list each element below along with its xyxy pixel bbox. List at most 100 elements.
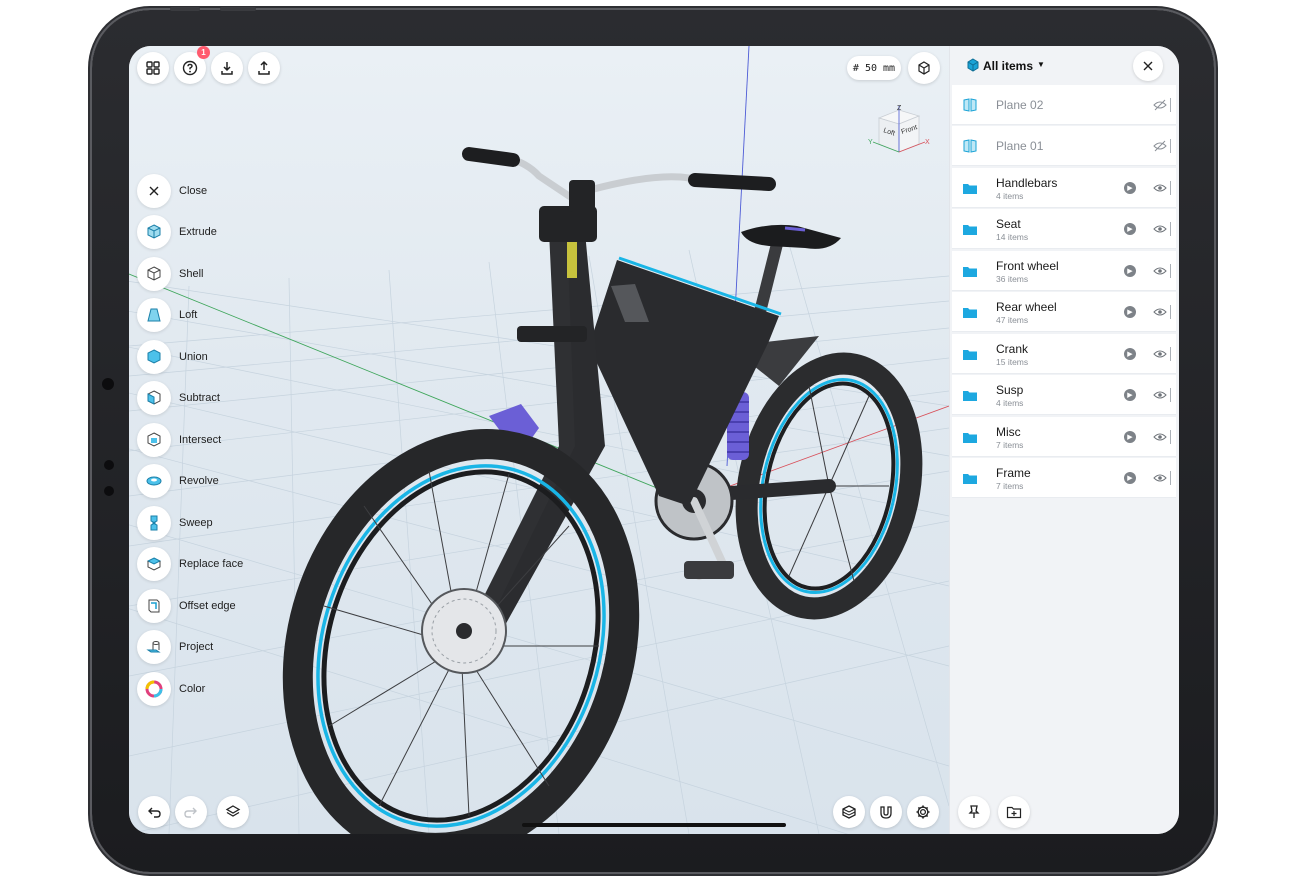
3d-viewport[interactable]: 1 # 50 mm Z Loft Front Y X Close Extrude…	[129, 46, 949, 834]
list-item[interactable]: Crank 15 items ▶	[952, 334, 1176, 374]
snap-magnet-icon	[880, 806, 892, 819]
item-count: 47 items	[996, 315, 1029, 325]
camera-dot	[102, 378, 114, 390]
items-cube-icon	[967, 58, 979, 72]
import-button[interactable]	[211, 52, 243, 84]
tool-color[interactable]: Color	[137, 672, 206, 706]
tool-shell[interactable]: Shell	[137, 257, 203, 291]
redo-button[interactable]	[175, 796, 207, 828]
pin-button[interactable]	[958, 796, 990, 828]
view-mode-button[interactable]	[908, 52, 940, 84]
chevron-right-icon[interactable]: ▶	[1124, 223, 1136, 235]
loft-icon	[137, 298, 171, 332]
panel-header: All items ▼	[950, 46, 1179, 84]
hidden-eye-icon[interactable]	[1153, 140, 1167, 152]
list-item[interactable]: Front wheel 36 items ▶	[952, 251, 1176, 291]
tool-replace-face[interactable]: Replace face	[137, 547, 244, 581]
tool-label: Color	[179, 683, 206, 695]
layers-button[interactable]	[217, 796, 249, 828]
tool-offset-edge[interactable]: Offset edge	[137, 589, 236, 623]
eye-icon[interactable]	[1153, 431, 1167, 443]
tool-label: Project	[179, 641, 214, 653]
redo-icon	[184, 807, 197, 818]
snap-button[interactable]	[870, 796, 902, 828]
close-icon	[1143, 61, 1153, 71]
list-item[interactable]: Rear wheel 47 items ▶	[952, 292, 1176, 332]
chevron-right-icon[interactable]: ▶	[1124, 431, 1136, 443]
list-item[interactable]: Susp 4 items ▶	[952, 375, 1176, 415]
settings-gear-icon	[916, 805, 930, 819]
item-count: 15 items	[996, 357, 1029, 367]
home-indicator	[522, 823, 786, 827]
plane-icon	[963, 139, 977, 153]
list-item[interactable]: Misc 7 items ▶	[952, 417, 1176, 457]
eye-icon[interactable]	[1153, 182, 1167, 194]
apps-grid-icon	[146, 61, 160, 75]
eye-icon[interactable]	[1153, 472, 1167, 484]
tool-intersect[interactable]: Intersect	[137, 423, 221, 457]
hidden-eye-icon[interactable]	[1153, 99, 1167, 111]
import-icon	[221, 62, 233, 75]
chevron-right-icon[interactable]: ▶	[1124, 306, 1136, 318]
item-name: Frame	[996, 466, 1031, 480]
list-item[interactable]: Seat 14 items ▶	[952, 209, 1176, 249]
chevron-right-icon[interactable]: ▶	[1124, 265, 1136, 277]
eye-icon[interactable]	[1153, 223, 1167, 235]
tool-extrude[interactable]: Extrude	[137, 215, 217, 249]
folder-icon	[963, 267, 977, 277]
tool-union[interactable]: Union	[137, 340, 208, 374]
item-count: 7 items	[996, 440, 1024, 450]
eye-icon[interactable]	[1153, 265, 1167, 277]
tool-project[interactable]: Project	[137, 630, 214, 664]
item-count: 4 items	[996, 398, 1024, 408]
item-name: Seat	[996, 217, 1021, 231]
tool-subtract[interactable]: Subtract	[137, 381, 220, 415]
offset-edge-icon	[137, 589, 171, 623]
divider	[1170, 222, 1171, 236]
undo-button[interactable]	[138, 796, 170, 828]
eye-icon[interactable]	[1153, 306, 1167, 318]
eye-icon[interactable]	[1153, 389, 1167, 401]
materials-button[interactable]	[833, 796, 865, 828]
apps-grid-button[interactable]	[137, 52, 169, 84]
tool-label: Loft	[179, 309, 198, 321]
list-item[interactable]: Plane 01	[952, 126, 1176, 166]
tool-loft[interactable]: Loft	[137, 298, 198, 332]
tool-label: Close	[179, 185, 208, 197]
folder-icon	[963, 350, 977, 360]
chevron-right-icon[interactable]: ▶	[1124, 182, 1136, 194]
tool-label: Subtract	[179, 392, 220, 404]
panel-title-dropdown[interactable]: All items	[983, 59, 1033, 73]
volume-button	[170, 7, 200, 11]
new-folder-button[interactable]	[998, 796, 1030, 828]
divider	[1170, 347, 1171, 361]
folder-icon	[963, 225, 977, 235]
list-item[interactable]: Frame 7 items ▶	[952, 458, 1176, 498]
settings-button[interactable]	[907, 796, 939, 828]
grid-size-indicator[interactable]: # 50 mm	[847, 56, 901, 80]
union-icon	[137, 340, 171, 374]
tool-label: Replace face	[179, 558, 244, 570]
tool-close[interactable]: Close	[137, 174, 208, 208]
item-count: 36 items	[996, 274, 1029, 284]
list-item[interactable]: Plane 02	[952, 85, 1176, 125]
list-item[interactable]: Handlebars 4 items ▶	[952, 168, 1176, 208]
item-name: Plane 01	[996, 139, 1044, 153]
intersect-icon	[137, 423, 171, 457]
item-count: 4 items	[996, 191, 1024, 201]
chevron-right-icon[interactable]: ▶	[1124, 389, 1136, 401]
tool-label: Union	[179, 351, 208, 363]
view-cube[interactable]: Z Loft Front Y X	[865, 102, 935, 162]
export-button[interactable]	[248, 52, 280, 84]
close-panel-button[interactable]	[1133, 51, 1163, 81]
chevron-right-icon[interactable]: ▶	[1124, 348, 1136, 360]
tool-revolve[interactable]: Revolve	[137, 464, 219, 498]
help-button[interactable]: 1	[174, 46, 210, 84]
eye-icon[interactable]	[1153, 348, 1167, 360]
bike-model[interactable]	[129, 46, 949, 834]
items-panel: All items ▼ Plane 02 Plane 01 Handlebars…	[949, 46, 1179, 834]
chevron-down-icon[interactable]: ▼	[1037, 60, 1045, 69]
item-name: Rear wheel	[996, 300, 1057, 314]
chevron-right-icon[interactable]: ▶	[1124, 472, 1136, 484]
tool-sweep[interactable]: Sweep	[137, 506, 213, 540]
